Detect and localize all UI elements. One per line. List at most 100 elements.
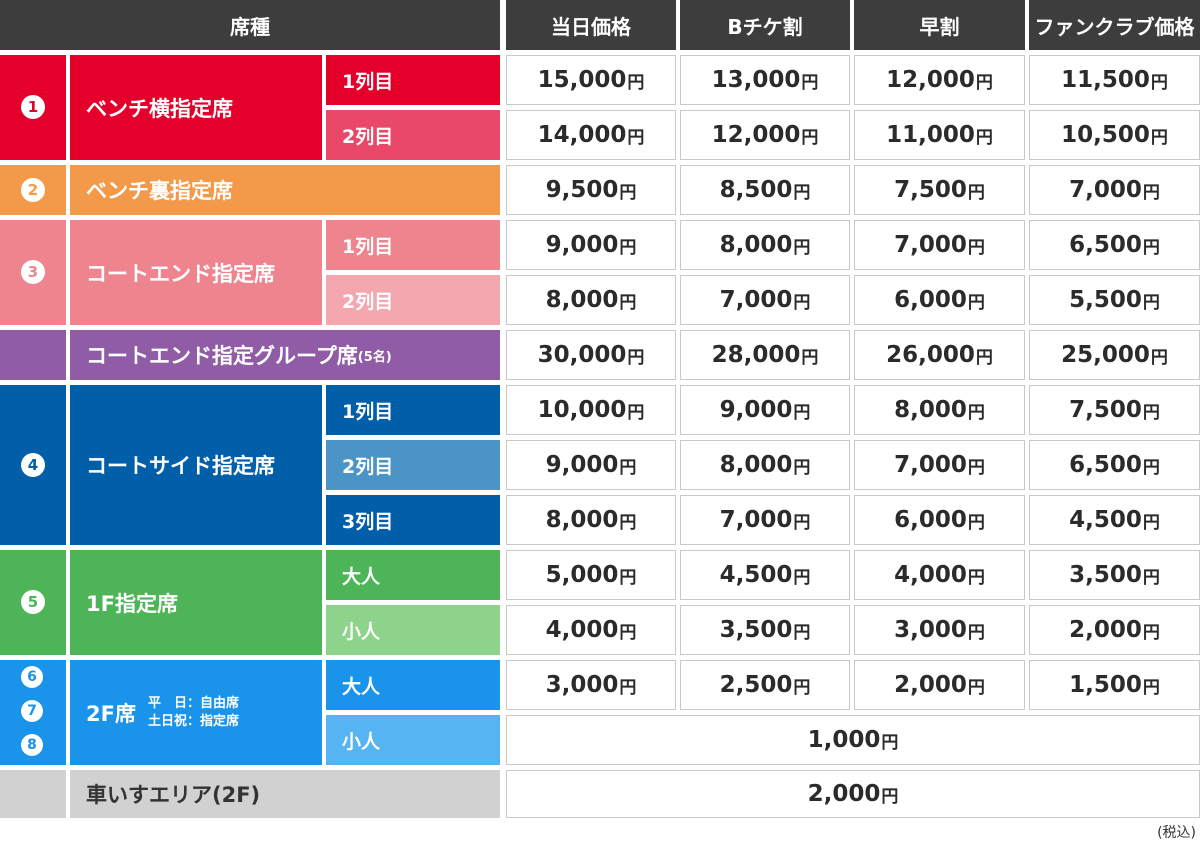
section-number-badge: 4 [21, 453, 45, 477]
price-value: 9,000 [545, 452, 619, 478]
price-value: 2,000 [1069, 617, 1142, 643]
sub-row-8: 2列目 [326, 440, 500, 490]
row-label: 2列目 [342, 455, 394, 478]
section-name-5: 1F指定席 [70, 550, 322, 655]
price-cell: 10,000 円 [506, 385, 676, 435]
sub-row-1: 1列目 [326, 55, 500, 105]
price-value: 4,500 [719, 562, 793, 588]
yen-unit: 円 [967, 182, 985, 203]
section-name-label: コートサイド指定席 [86, 454, 275, 478]
price-value: 3,000 [545, 672, 619, 698]
header-col-label: 早割 [919, 14, 960, 39]
price-cell: 15,000 円 [506, 55, 676, 105]
price-cell: 9,000 円 [680, 385, 850, 435]
price-cell: 25,000 円 [1029, 330, 1200, 380]
section-name-label: ベンチ裏指定席 [86, 179, 233, 203]
price-cell: 9,500 円 [506, 165, 676, 215]
price-cell: 7,000 円 [854, 220, 1025, 270]
sub-row-11: 小人 [326, 605, 500, 655]
sub-row-2: 2列目 [326, 110, 500, 160]
yen-unit: 円 [967, 402, 985, 423]
badge-cell-group [0, 330, 66, 380]
yen-unit: 円 [793, 292, 811, 313]
section-name-wheelchair: 車いすエリア(2F) [70, 770, 500, 818]
price-value: 7,500 [1069, 397, 1142, 423]
yen-unit: 円 [627, 72, 645, 93]
price-value: 10,000 [537, 397, 627, 423]
price-cell: 7,000 円 [680, 495, 850, 545]
price-cell: 6,500 円 [1029, 440, 1200, 490]
section-number-badge: 8 [21, 734, 43, 756]
sub-row-10: 大人 [326, 550, 500, 600]
yen-unit: 円 [619, 622, 637, 643]
price-cell: 28,000 円 [680, 330, 850, 380]
yen-unit: 円 [1142, 292, 1160, 313]
yen-unit: 円 [975, 347, 993, 368]
section-name-label: 車いすエリア(2F) [86, 783, 261, 807]
section-name-label: 1F指定席 [86, 591, 178, 616]
section-number-badge: 3 [21, 260, 45, 284]
price-value: 3,500 [1069, 562, 1142, 588]
yen-unit: 円 [627, 402, 645, 423]
badge-cell-wheelchair [0, 770, 66, 818]
price-cell: 2,000 円 [854, 660, 1025, 710]
yen-unit: 円 [1150, 127, 1168, 148]
price-value: 7,000 [894, 452, 967, 478]
price-value: 15,000 [537, 67, 627, 93]
yen-unit: 円 [793, 622, 811, 643]
note-weekend: 土日祝：指定席 [147, 713, 239, 729]
section-name-label: 2F席 [86, 701, 136, 726]
header-col-label: 当日価格 [551, 14, 631, 39]
header-seat-type: 席種 [0, 0, 500, 50]
price-cell-merged: 2,000 円 [506, 770, 1200, 818]
price-cell: 7,500 円 [854, 165, 1025, 215]
price-cell: 4,500 円 [680, 550, 850, 600]
price-cell: 3,000 円 [506, 660, 676, 710]
row-label: 1列目 [342, 70, 394, 93]
price-value: 9,000 [545, 232, 619, 258]
yen-unit: 円 [1150, 347, 1168, 368]
section-name-label: コートエンド指定グループ席 [86, 344, 358, 368]
price-cell-merged: 1,000 円 [506, 715, 1200, 765]
section-number-badge: 7 [21, 700, 43, 722]
yen-unit: 円 [967, 622, 985, 643]
price-value: 6,500 [1069, 232, 1142, 258]
price-value: 28,000 [711, 342, 801, 368]
yen-unit: 円 [793, 512, 811, 533]
price-cell: 12,000 円 [854, 55, 1025, 105]
price-value: 6,000 [894, 287, 967, 313]
yen-unit: 円 [967, 237, 985, 258]
price-cell: 8,500 円 [680, 165, 850, 215]
price-cell: 9,000 円 [506, 220, 676, 270]
price-cell: 3,000 円 [854, 605, 1025, 655]
section-name-4: コートサイド指定席 [70, 385, 322, 545]
badge-cell-1: 1 [0, 55, 66, 160]
section-name-group: コートエンド指定グループ席 (5名) [70, 330, 500, 380]
header-col-2: 早割 [854, 0, 1025, 50]
price-value: 30,000 [537, 342, 627, 368]
price-value: 8,500 [719, 177, 793, 203]
yen-unit: 円 [619, 237, 637, 258]
price-cell: 12,000 円 [680, 110, 850, 160]
price-value: 7,000 [719, 287, 793, 313]
price-value: 10,500 [1061, 122, 1150, 148]
price-value: 6,000 [894, 507, 967, 533]
row-label: 大人 [342, 675, 381, 698]
yen-unit: 円 [793, 567, 811, 588]
yen-unit: 円 [793, 457, 811, 478]
price-cell: 13,000 円 [680, 55, 850, 105]
tax-note: (税込) [1157, 825, 1196, 841]
section-name-2: ベンチ裏指定席 [70, 165, 500, 215]
price-value: 2,000 [807, 781, 881, 807]
price-value: 8,000 [545, 287, 619, 313]
price-value: 3,000 [894, 617, 967, 643]
price-cell: 9,000 円 [506, 440, 676, 490]
price-cell: 8,000 円 [680, 440, 850, 490]
price-value: 5,000 [545, 562, 619, 588]
yen-unit: 円 [1142, 622, 1160, 643]
yen-unit: 円 [793, 677, 811, 698]
price-cell: 4,000 円 [854, 550, 1025, 600]
price-cell: 2,000 円 [1029, 605, 1200, 655]
price-value: 26,000 [886, 342, 975, 368]
header-col-3: ファンクラブ価格 [1029, 0, 1200, 50]
